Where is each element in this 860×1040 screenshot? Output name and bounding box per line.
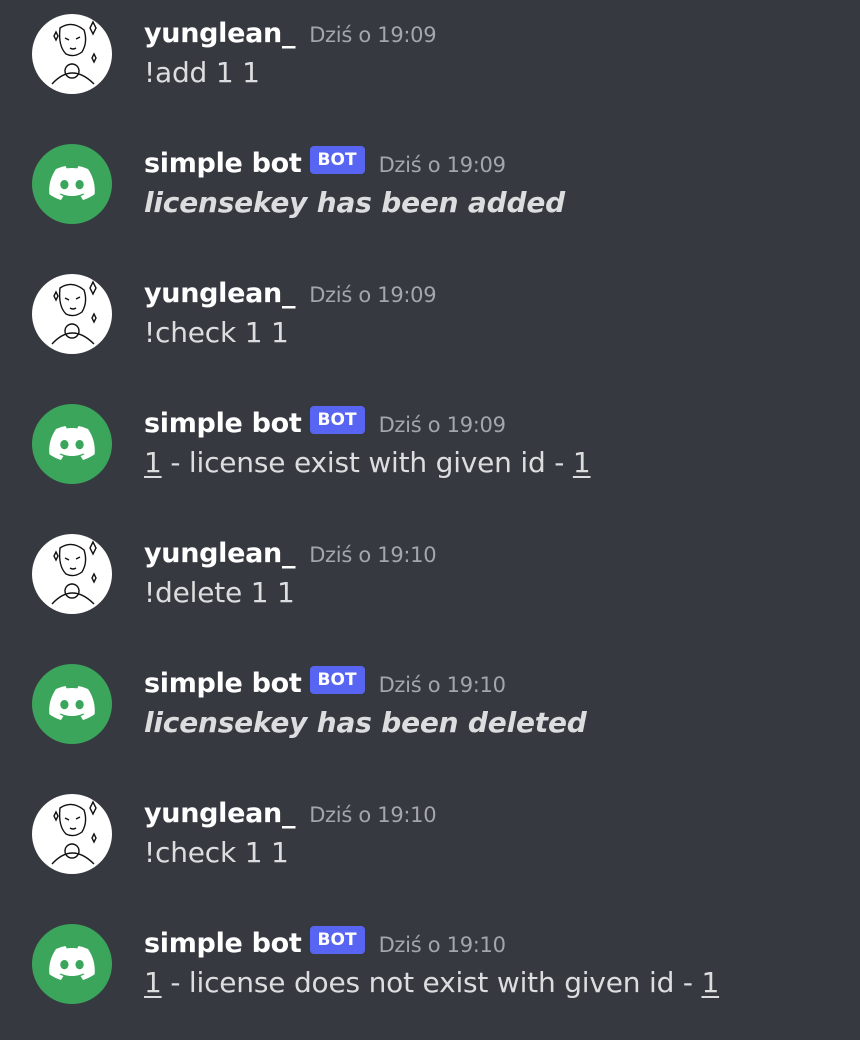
message-header: yunglean_ Dziś o 19:10 [144, 794, 437, 832]
timestamp: Dziś o 19:10 [378, 673, 506, 697]
username[interactable]: yunglean_ [144, 18, 295, 49]
timestamp: Dziś o 19:09 [309, 283, 437, 307]
message: simple bot BOT Dziś o 19:09 1 - license … [0, 390, 860, 520]
message: yunglean_ Dziś o 19:09 !check 1 1 [0, 260, 860, 390]
bot-tag-badge: BOT [309, 926, 365, 954]
message-content: 1 - license exist with given id - 1 [144, 446, 591, 479]
license-id: 1 [572, 446, 591, 479]
bot-tag-badge: BOT [309, 146, 365, 174]
message-header: simple bot BOT Dziś o 19:09 [144, 404, 506, 442]
user-avatar-drawing-icon [51, 20, 97, 85]
bot-tag-badge: BOT [309, 666, 365, 694]
message-content: !check 1 1 [144, 836, 289, 869]
message-text: - license exist with given id - [161, 446, 573, 479]
timestamp: Dziś o 19:09 [309, 23, 437, 47]
message-header: yunglean_ Dziś o 19:09 [144, 274, 437, 312]
bot-tag-badge: BOT [309, 406, 365, 434]
user-avatar-drawing-icon [51, 280, 97, 345]
user-avatar[interactable] [32, 794, 112, 874]
message-header: simple bot BOT Dziś o 19:10 [144, 924, 506, 962]
message: yunglean_ Dziś o 19:10 !check 1 1 [0, 780, 860, 910]
message-content: !add 1 1 [144, 56, 260, 89]
user-avatar[interactable] [32, 14, 112, 94]
message: yunglean_ Dziś o 19:09 !add 1 1 [0, 0, 860, 130]
message-content: licensekey has been deleted [144, 706, 587, 739]
bot-avatar[interactable] [32, 144, 112, 224]
license-id: 1 [144, 966, 162, 999]
message: simple bot BOT Dziś o 19:10 1 - license … [0, 910, 860, 1040]
discord-logo-icon [49, 686, 95, 720]
bot-avatar[interactable] [32, 664, 112, 744]
user-avatar-drawing-icon [51, 540, 97, 605]
message-header: simple bot BOT Dziś o 19:10 [144, 664, 506, 702]
username[interactable]: simple bot [144, 668, 302, 699]
license-id: 1 [144, 446, 162, 479]
user-avatar[interactable] [32, 274, 112, 354]
license-id: 1 [701, 966, 720, 999]
username[interactable]: simple bot [144, 148, 302, 179]
timestamp: Dziś o 19:10 [309, 543, 437, 567]
username[interactable]: yunglean_ [144, 798, 295, 829]
timestamp: Dziś o 19:09 [378, 413, 506, 437]
message: yunglean_ Dziś o 19:10 !delete 1 1 [0, 520, 860, 650]
chat-log: yunglean_ Dziś o 19:09 !add 1 1 simple b… [0, 0, 860, 1026]
message-header: yunglean_ Dziś o 19:10 [144, 534, 437, 572]
discord-logo-icon [49, 426, 95, 460]
timestamp: Dziś o 19:10 [378, 933, 506, 957]
message-content: !delete 1 1 [144, 576, 295, 609]
message-header: yunglean_ Dziś o 19:09 [144, 14, 437, 52]
message-content: 1 - license does not exist with given id… [144, 966, 719, 999]
discord-logo-icon [49, 946, 95, 980]
timestamp: Dziś o 19:09 [378, 153, 506, 177]
message-content: !check 1 1 [144, 316, 289, 349]
username[interactable]: yunglean_ [144, 278, 295, 309]
bot-avatar[interactable] [32, 924, 112, 1004]
username[interactable]: simple bot [144, 408, 302, 439]
message-content: licensekey has been added [144, 186, 565, 219]
message-text: - license does not exist with given id - [161, 966, 702, 999]
bot-avatar[interactable] [32, 404, 112, 484]
user-avatar[interactable] [32, 534, 112, 614]
timestamp: Dziś o 19:10 [309, 803, 437, 827]
discord-logo-icon [49, 166, 95, 200]
message: simple bot BOT Dziś o 19:10 licensekey h… [0, 650, 860, 780]
message: simple bot BOT Dziś o 19:09 licensekey h… [0, 130, 860, 260]
message-header: simple bot BOT Dziś o 19:09 [144, 144, 506, 182]
username[interactable]: simple bot [144, 928, 302, 959]
username[interactable]: yunglean_ [144, 538, 295, 569]
user-avatar-drawing-icon [51, 800, 97, 865]
